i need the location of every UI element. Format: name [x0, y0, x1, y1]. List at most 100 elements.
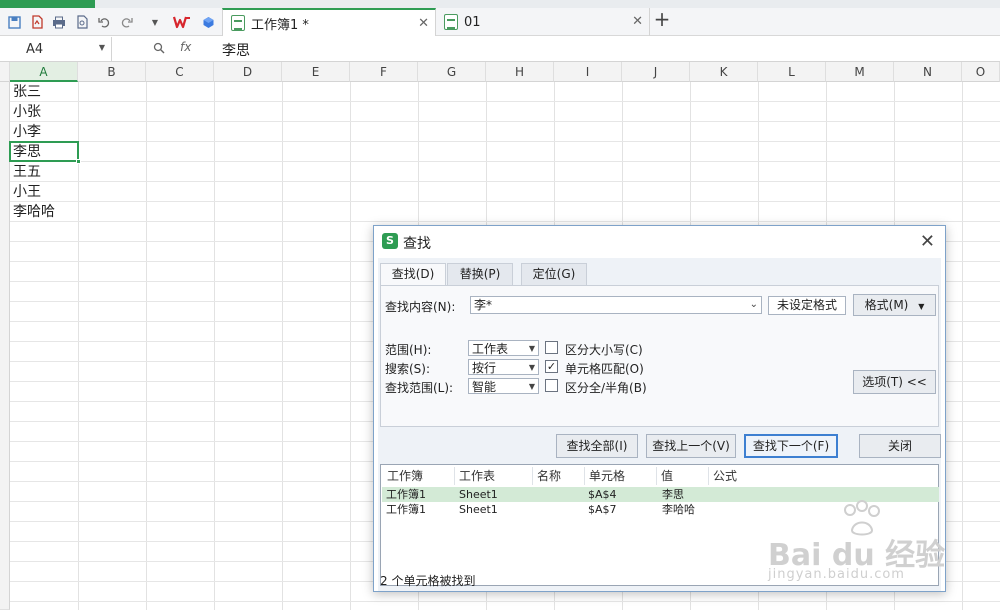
- scope-value: 工作表: [472, 342, 509, 356]
- chevron-down-icon: ▼: [528, 363, 535, 372]
- close-button[interactable]: 关闭: [859, 434, 941, 458]
- tab-label: 工作簿1 *: [251, 17, 309, 33]
- match-width-checkbox[interactable]: [545, 379, 558, 392]
- watermark-url: jingyan.baidu.com: [768, 567, 905, 582]
- find-options-panel: 查找内容(N): 李* ⌄ 未设定格式 格式(M) ▼ 范围(H): 工作表 ▼…: [380, 285, 939, 427]
- column-header[interactable]: O: [962, 62, 1000, 82]
- result-sheet: Sheet1: [459, 503, 498, 516]
- tab-find[interactable]: 查找(D): [380, 263, 446, 286]
- cell-a2[interactable]: 小张: [11, 102, 77, 122]
- tab-label: 01: [464, 14, 481, 30]
- wps-sheet-icon: S: [382, 233, 398, 249]
- column-header[interactable]: F: [350, 62, 418, 82]
- match-cell-label: 单元格匹配(O): [565, 362, 644, 376]
- column-header[interactable]: D: [214, 62, 282, 82]
- column-header[interactable]: B: [78, 62, 146, 82]
- column-header[interactable]: L: [758, 62, 826, 82]
- preview-icon[interactable]: [74, 14, 90, 30]
- tab-workbook1[interactable]: 工作簿1 * ✕: [222, 8, 436, 36]
- column-header[interactable]: A: [10, 62, 78, 82]
- undo-icon[interactable]: [96, 14, 112, 30]
- tab-goto[interactable]: 定位(G): [521, 263, 587, 285]
- results-header[interactable]: 名称: [533, 467, 585, 485]
- new-tab-icon[interactable]: +: [654, 7, 671, 31]
- results-header[interactable]: 工作表: [455, 467, 533, 485]
- close-icon[interactable]: ✕: [920, 231, 935, 252]
- column-header[interactable]: K: [690, 62, 758, 82]
- close-tab-icon[interactable]: ✕: [632, 14, 643, 29]
- name-box[interactable]: A4 ▼: [0, 37, 112, 61]
- print-icon[interactable]: [51, 14, 67, 30]
- chevron-down-icon[interactable]: ⌄: [750, 297, 758, 313]
- format-button[interactable]: 格式(M) ▼: [853, 294, 936, 316]
- formula-input[interactable]: 李思: [222, 40, 250, 60]
- options-button[interactable]: 选项(T) <<: [853, 370, 936, 394]
- format-status: 未设定格式: [768, 296, 846, 315]
- more-icon[interactable]: ▼: [147, 14, 163, 30]
- wps-logo-icon[interactable]: [172, 14, 192, 30]
- save-icon[interactable]: [6, 14, 22, 30]
- search-select[interactable]: 按行 ▼: [468, 359, 539, 375]
- column-header[interactable]: E: [282, 62, 350, 82]
- fill-handle[interactable]: [76, 159, 81, 164]
- tab-01[interactable]: 01 ✕: [436, 8, 650, 36]
- result-book: 工作簿1: [386, 503, 426, 516]
- active-cell-cursor: [9, 141, 81, 164]
- baidu-watermark: Bai du 经验 jingyan.baidu.com: [768, 500, 968, 590]
- close-tab-icon[interactable]: ✕: [418, 16, 429, 31]
- find-value: 李*: [474, 298, 493, 312]
- format-button-label: 格式(M): [864, 298, 909, 312]
- find-next-button[interactable]: 查找下一个(F): [744, 434, 838, 458]
- scope-select[interactable]: 工作表 ▼: [468, 340, 539, 356]
- column-header[interactable]: M: [826, 62, 894, 82]
- column-header[interactable]: J: [622, 62, 690, 82]
- tab-replace[interactable]: 替换(P): [447, 263, 513, 285]
- spreadsheet-icon: [231, 15, 245, 31]
- cell-a3[interactable]: 小李: [11, 122, 77, 142]
- results-header[interactable]: 工作簿: [383, 467, 455, 485]
- match-cell-checkbox[interactable]: ✓: [545, 360, 558, 373]
- cloud-icon[interactable]: [200, 14, 216, 30]
- column-header[interactable]: I: [554, 62, 622, 82]
- cell-a1[interactable]: 张三: [11, 82, 77, 102]
- chevron-down-icon: ▼: [528, 382, 535, 391]
- find-previous-button[interactable]: 查找上一个(V): [646, 434, 736, 458]
- chevron-down-icon[interactable]: ▼: [99, 43, 105, 52]
- formula-bar: A4 ▼ fx 李思: [0, 37, 1000, 62]
- match-width-label: 区分全/半角(B): [565, 381, 647, 395]
- scope-label: 范围(H):: [385, 343, 432, 357]
- column-header[interactable]: H: [486, 62, 554, 82]
- function-icon[interactable]: fx: [180, 40, 191, 54]
- column-header[interactable]: G: [418, 62, 486, 82]
- lookin-value: 智能: [472, 380, 497, 394]
- dialog-titlebar[interactable]: S 查找 ✕: [374, 226, 945, 258]
- quick-toolbar: ▼ 工作簿1 * ✕ 01 ✕ +: [0, 7, 1000, 36]
- results-header[interactable]: 单元格: [585, 467, 657, 485]
- find-input[interactable]: 李* ⌄: [470, 296, 762, 314]
- result-value: 李思: [662, 488, 684, 501]
- result-sheet: Sheet1: [459, 488, 498, 501]
- redo-icon[interactable]: [119, 14, 135, 30]
- search-label: 搜索(S):: [385, 362, 431, 376]
- lookin-label: 查找范围(L):: [385, 381, 454, 395]
- lookin-select[interactable]: 智能 ▼: [468, 378, 539, 394]
- pdf-icon[interactable]: [29, 14, 45, 30]
- chevron-down-icon: ▼: [528, 344, 535, 353]
- app-menu-accent: [0, 0, 95, 8]
- select-all-corner[interactable]: [0, 62, 10, 82]
- dialog-title: 查找: [403, 236, 431, 252]
- cell-a5[interactable]: 王五: [11, 162, 77, 182]
- title-strip: [0, 0, 1000, 8]
- results-header[interactable]: 值: [657, 467, 709, 485]
- find-all-button[interactable]: 查找全部(I): [556, 434, 638, 458]
- column-header[interactable]: N: [894, 62, 962, 82]
- chevron-down-icon: ▼: [918, 302, 925, 311]
- result-cell: $A$4: [588, 488, 617, 501]
- zoom-icon[interactable]: [153, 42, 165, 57]
- results-header[interactable]: 公式: [709, 467, 938, 485]
- match-case-checkbox[interactable]: [545, 341, 558, 354]
- status-text: 2 个单元格被找到: [380, 574, 476, 588]
- cell-a7[interactable]: 李哈哈: [11, 202, 77, 222]
- cell-a6[interactable]: 小王: [11, 182, 77, 202]
- column-header[interactable]: C: [146, 62, 214, 82]
